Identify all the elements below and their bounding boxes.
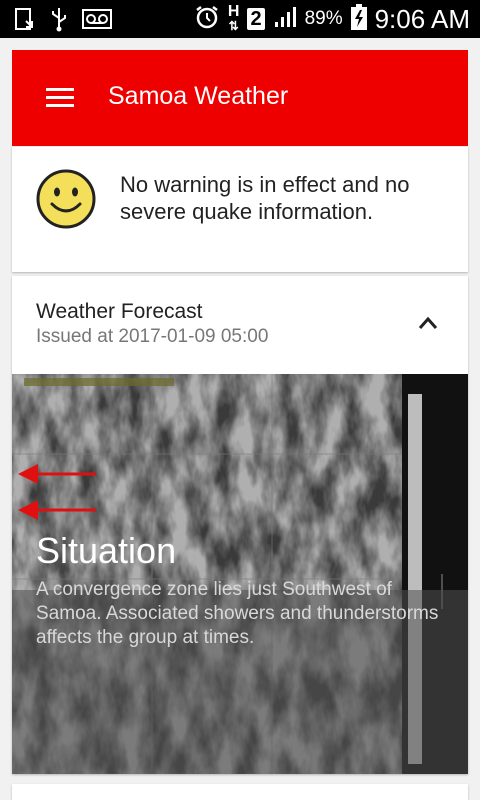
warning-card: No warning is in effect and no severe qu… — [12, 147, 468, 272]
signal-icon — [273, 5, 297, 34]
status-clock: 9:06 AM — [374, 3, 470, 34]
chevron-up-icon[interactable] — [418, 316, 438, 335]
arrow-left-icon — [18, 500, 96, 520]
smiley-face-icon — [36, 169, 96, 234]
forecast-card: Weather Forecast Issued at 2017-01-09 05… — [12, 276, 468, 774]
hamburger-menu-icon[interactable] — [46, 88, 74, 108]
situation-title: Situation — [36, 530, 177, 571]
voicemail-icon — [82, 9, 112, 34]
status-bar: H ⇅ 2 89% 9:06 AM — [0, 0, 480, 38]
forecast-issued-time: Issued at 2017-01-09 05:00 — [36, 326, 269, 347]
battery-charging-icon — [350, 3, 367, 35]
network-h-icon: H ⇅ — [227, 3, 240, 34]
screenshot-icon — [14, 7, 36, 36]
sim-2-icon: 2 — [247, 8, 265, 30]
situation-text: A convergence zone lies just Southwest o… — [36, 579, 439, 648]
alarm-icon — [194, 4, 220, 35]
arrow-left-icon — [18, 464, 96, 484]
app-bar: Samoa Weather — [12, 50, 468, 146]
forecast-title: Weather Forecast — [36, 300, 203, 323]
battery-percent: 89% — [304, 8, 343, 29]
next-card — [12, 784, 468, 800]
app-title: Samoa Weather — [108, 82, 289, 110]
satellite-image — [12, 374, 468, 774]
warning-message: No warning is in effect and no severe qu… — [120, 172, 410, 224]
usb-icon — [50, 6, 68, 37]
